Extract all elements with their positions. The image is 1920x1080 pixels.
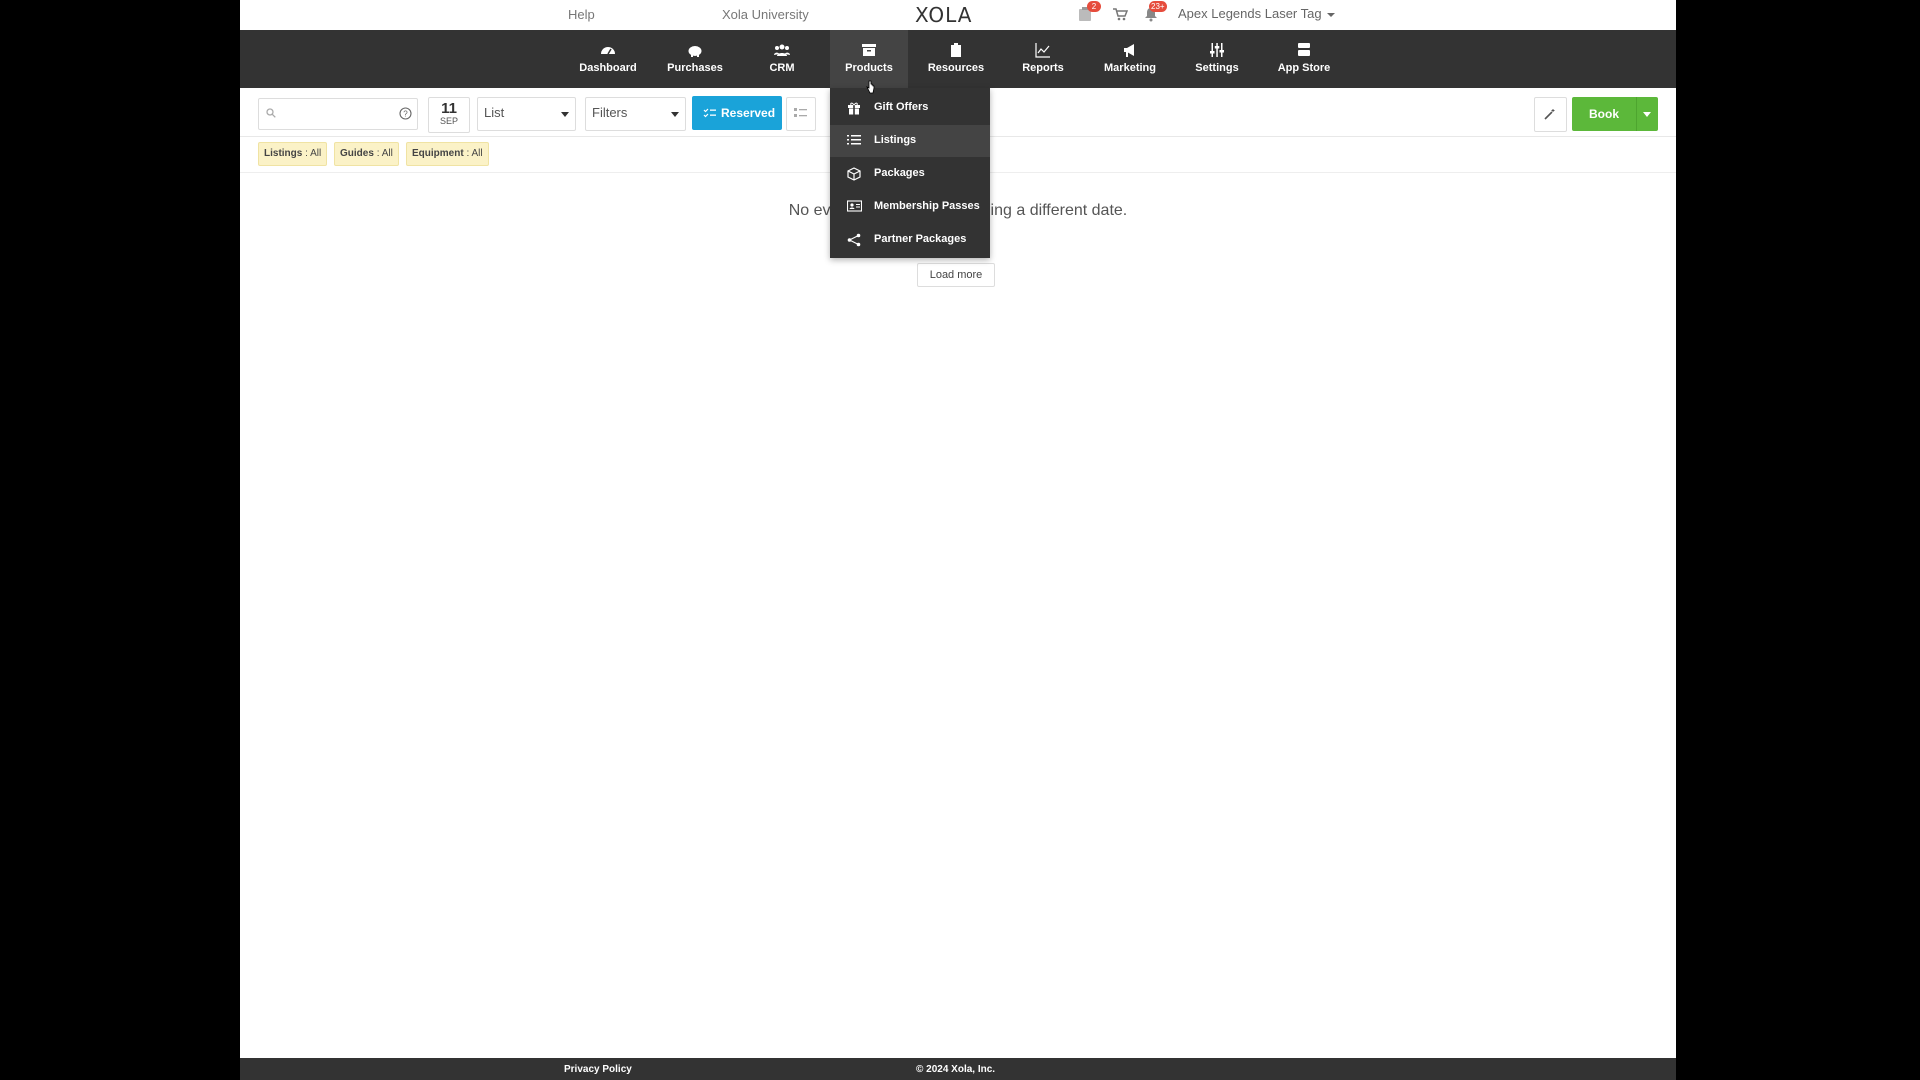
products-dropdown-menu: Gift Offers Listings Packages Membership… [830, 88, 990, 258]
megaphone-icon [1124, 44, 1134, 57]
privacy-policy-link[interactable]: Privacy Policy [564, 1064, 632, 1075]
share-icon [847, 233, 861, 247]
nav-label: Reports [1022, 62, 1064, 74]
users-icon [774, 44, 790, 56]
menu-item-label: Packages [874, 167, 925, 179]
filter-key: Listings [264, 148, 303, 159]
account-menu[interactable]: Apex Legends Laser Tag [1178, 6, 1335, 21]
help-link[interactable]: Help [568, 7, 595, 22]
clipboard-icon [951, 43, 961, 57]
reserved-button[interactable]: Reserved [692, 96, 782, 130]
nav-label: CRM [769, 62, 795, 74]
menu-item-membership-passes[interactable]: Membership Passes [830, 191, 990, 223]
bell-icon[interactable]: 23+ [1144, 1, 1167, 23]
app-window: Help Xola University XOLA 2 23+ Apex Leg… [240, 0, 1676, 1080]
chevron-down-icon [1643, 112, 1651, 117]
nav-settings[interactable]: Settings [1178, 30, 1256, 88]
menu-item-listings[interactable]: Listings [830, 125, 990, 157]
chevron-down-icon [561, 112, 569, 117]
nav-label: Products [845, 62, 893, 74]
nav-label: Marketing [1104, 62, 1156, 74]
nav-label: Settings [1195, 62, 1239, 74]
date-day: 11 [441, 100, 457, 117]
copyright-text: © 2024 Xola, Inc. [916, 1064, 996, 1075]
nav-label: App Store [1277, 62, 1331, 74]
checklist-icon [703, 108, 716, 118]
filter-value: : All [376, 148, 393, 159]
list-icon [847, 135, 861, 145]
filter-value: : All [305, 148, 322, 159]
empty-message-start: No ev [788, 202, 831, 219]
cart-icon[interactable] [1112, 7, 1130, 23]
search-input[interactable] [281, 103, 395, 125]
date-picker[interactable]: 11 SEP [428, 97, 470, 133]
menu-item-label: Listings [874, 134, 917, 146]
package-icon [847, 167, 861, 181]
nav-reports[interactable]: Reports [1004, 30, 1082, 88]
book-dropdown-button[interactable] [1636, 97, 1658, 131]
clipboard-icon[interactable]: 2 [1078, 1, 1101, 23]
speedometer-icon [601, 47, 615, 55]
load-more-button[interactable]: Load more [917, 263, 995, 287]
menu-item-gift-offers[interactable]: Gift Offers [830, 92, 990, 124]
filter-key: Guides [340, 148, 374, 159]
svg-text:?: ? [403, 110, 408, 119]
filter-chip-listings[interactable]: Listings : All [258, 142, 328, 166]
mouse-pointer-icon [866, 80, 875, 94]
magic-wand-button[interactable] [1534, 97, 1567, 132]
menu-item-packages[interactable]: Packages [830, 158, 990, 190]
chevron-down-icon [671, 112, 679, 117]
piggy-bank-icon [688, 46, 702, 57]
nav-label: Resources [927, 62, 985, 74]
notification-badge: 23+ [1149, 1, 1167, 12]
list-icon [794, 108, 807, 117]
menu-item-label: Membership Passes [874, 200, 980, 212]
help-circle-icon[interactable]: ? [399, 107, 412, 120]
menu-item-label: Gift Offers [874, 101, 929, 113]
nav-resources[interactable]: Resources [917, 30, 995, 88]
id-card-icon [847, 200, 862, 212]
search-box: ? [258, 98, 418, 130]
chevron-down-icon [1326, 12, 1335, 17]
filters-select[interactable]: Filters [585, 97, 686, 131]
view-select-value: List [484, 105, 505, 120]
list-view-toggle[interactable] [786, 97, 816, 131]
footer: Privacy Policy © 2024 Xola, Inc. [240, 1058, 1676, 1080]
nav-crm[interactable]: CRM [743, 30, 821, 88]
nav-purchases[interactable]: Purchases [656, 30, 734, 88]
xola-university-link[interactable]: Xola University [722, 7, 809, 22]
xola-logo[interactable]: XOLA [915, 3, 972, 27]
nav-label: Purchases [667, 62, 723, 74]
notification-badge: 2 [1087, 1, 1101, 12]
nav-app-store[interactable]: App Store [1265, 30, 1343, 88]
main-nav: Dashboard Purchases CRM Products Resourc… [240, 30, 1676, 88]
line-chart-icon [1035, 43, 1050, 58]
account-name: Apex Legends Laser Tag [1178, 6, 1322, 21]
nav-dashboard[interactable]: Dashboard [569, 30, 647, 88]
filter-chip-guides[interactable]: Guides : All [334, 142, 399, 166]
empty-message-end: ing a different date. [990, 202, 1128, 219]
filter-value: : All [466, 148, 483, 159]
filters-select-value: Filters [592, 105, 628, 120]
nav-label: Dashboard [579, 62, 637, 74]
view-select[interactable]: List [477, 97, 576, 131]
filter-key: Equipment [412, 148, 464, 159]
sliders-icon [1210, 43, 1224, 57]
gift-icon [848, 102, 860, 115]
store-icon [1298, 43, 1310, 56]
magic-wand-icon [1544, 109, 1555, 120]
archive-box-icon [862, 44, 876, 56]
nav-marketing[interactable]: Marketing [1091, 30, 1169, 88]
search-icon [266, 108, 276, 118]
filter-chip-equipment[interactable]: Equipment : All [406, 142, 489, 166]
top-bar: Help Xola University XOLA 2 23+ Apex Leg… [240, 0, 1676, 31]
menu-item-label: Partner Packages [874, 233, 967, 245]
menu-item-partner-packages[interactable]: Partner Packages [830, 224, 990, 256]
book-button[interactable]: Book [1572, 97, 1636, 131]
reserved-label: Reserved [721, 106, 776, 120]
date-month: SEP [439, 116, 458, 126]
